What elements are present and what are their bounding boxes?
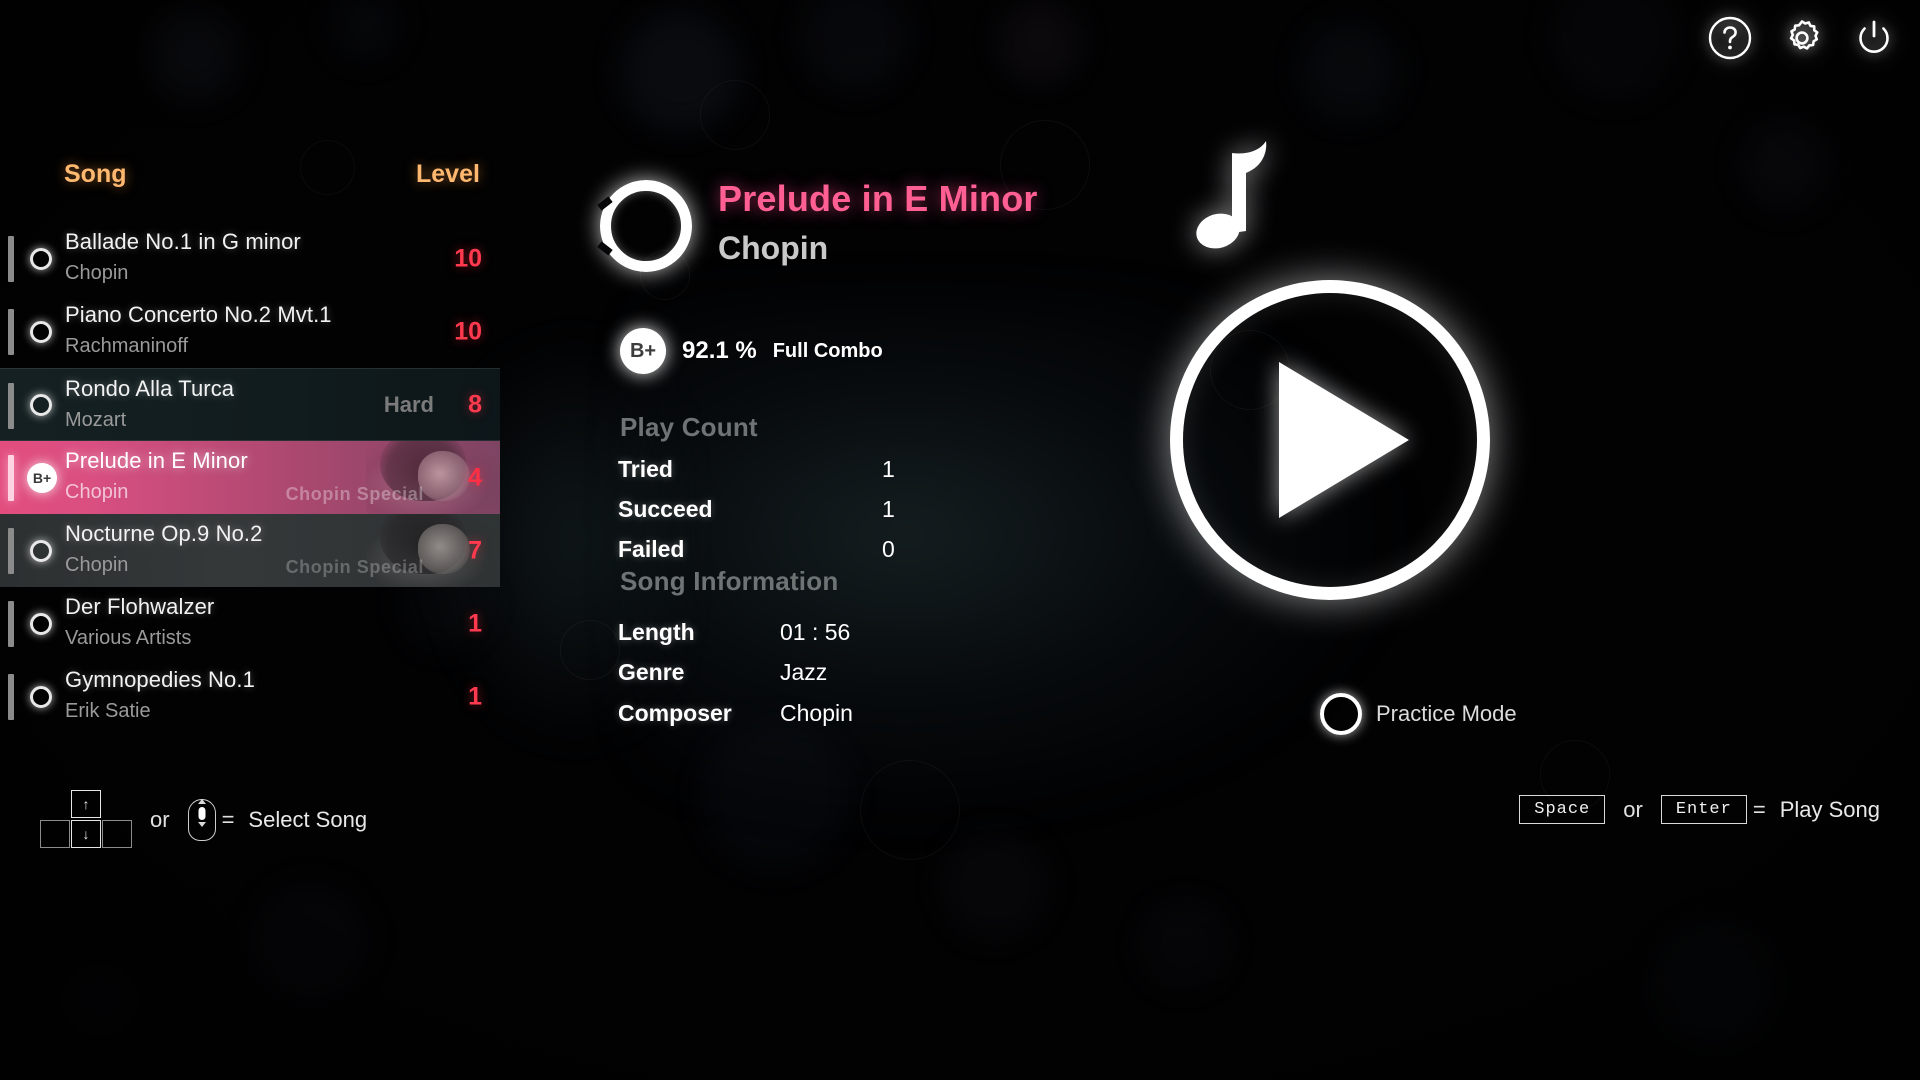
score-summary: B+ 92.1 % Full Combo — [620, 328, 883, 374]
window-controls — [1702, 10, 1902, 66]
song-row[interactable]: Gymnopedies No.1 Erik Satie 1 — [0, 660, 500, 733]
row-accent-bar — [8, 601, 14, 647]
stat-label-tried: Tried — [618, 456, 673, 482]
hint-play-song: Space or Enter = Play Song — [1519, 795, 1880, 824]
hint-equals-left: = — [221, 807, 235, 832]
song-special-tag: Chopin Special — [285, 484, 424, 504]
row-bullet-icon — [30, 612, 52, 635]
grade-badge: B+ — [620, 328, 666, 374]
stat-value-genre: Jazz — [780, 659, 828, 685]
score-percent: 92.1 % — [682, 337, 757, 364]
arrow-keys-icon: ↑ ↓ — [40, 790, 132, 850]
mouse-scroll-icon — [187, 799, 216, 841]
row-bullet-icon — [30, 685, 52, 708]
row-accent-bar — [8, 309, 14, 355]
song-title: Nocturne Op.9 No.2 — [65, 521, 263, 546]
song-difficulty: Hard — [383, 391, 434, 417]
column-header-song: Song — [64, 160, 127, 188]
song-list-header: Song Level — [0, 160, 500, 196]
stat-value-succeed: 1 — [882, 496, 895, 522]
question-mark-icon[interactable] — [1702, 10, 1758, 66]
song-title: Der Flohwalzer — [65, 594, 215, 619]
song-row[interactable]: Nocturne Op.9 No.2 Chopin Chopin Special 7 — [0, 514, 500, 587]
song-artist: Chopin — [65, 554, 129, 576]
song-level: 7 — [468, 536, 482, 564]
detail-song-title: Prelude in E Minor — [718, 178, 1038, 219]
hint-action-select-song: Select Song — [248, 807, 368, 832]
hint-action-play-song: Play Song — [1779, 796, 1880, 822]
score-combo-label: Full Combo — [772, 339, 883, 362]
hint-select-song: ↑ ↓ or = Select Song — [40, 790, 367, 850]
detail-song-composer: Chopin — [718, 230, 829, 266]
song-artist: Mozart — [65, 409, 127, 431]
song-row[interactable]: Ballade No.1 in G minor Chopin 10 — [0, 222, 500, 295]
song-level: 10 — [454, 317, 482, 345]
hint-or-left: or — [150, 807, 170, 832]
stat-label-length: Length — [618, 619, 695, 645]
practice-mode-toggle[interactable]: Practice Mode — [1320, 693, 1517, 735]
gear-icon[interactable] — [1774, 10, 1830, 66]
song-row[interactable]: Der Flohwalzer Various Artists 1 — [0, 587, 500, 660]
song-artist: Various Artists — [65, 627, 192, 649]
row-accent-bar — [8, 236, 14, 282]
song-special-tag: Chopin Special — [285, 557, 424, 577]
row-accent-bar — [8, 528, 14, 574]
song-title: Prelude in E Minor — [65, 448, 248, 473]
row-bullet-icon — [30, 320, 52, 343]
disc-icon — [597, 180, 692, 272]
song-level: 10 — [454, 244, 482, 272]
play-icon — [1279, 362, 1409, 518]
row-bullet-icon — [30, 247, 52, 270]
song-select-screen: Song Level Ballade No.1 in G minor Chopin… — [0, 0, 1920, 1080]
song-level: 1 — [468, 682, 482, 710]
key-space: Space — [1519, 795, 1606, 824]
row-accent-bar — [8, 455, 14, 501]
song-artist: Rachmaninoff — [65, 335, 189, 357]
song-title: Piano Concerto No.2 Mvt.1 — [65, 302, 332, 327]
song-level: 4 — [468, 463, 482, 491]
practice-mode-label: Practice Mode — [1376, 701, 1517, 726]
music-note-icon — [1180, 135, 1290, 250]
stat-label-composer: Composer — [618, 700, 732, 726]
stat-value-failed: 0 — [882, 536, 895, 562]
stat-label-succeed: Succeed — [618, 496, 713, 522]
stat-value-length: 01 : 56 — [780, 619, 851, 645]
section-play-count: Play Count — [620, 412, 758, 442]
row-accent-bar — [8, 674, 14, 720]
song-level: 1 — [468, 609, 482, 637]
stat-value-tried: 1 — [882, 456, 895, 482]
row-bullet-icon — [30, 393, 52, 416]
key-arrow-right — [102, 820, 132, 848]
practice-mode-radio-icon[interactable] — [1320, 693, 1362, 735]
row-bullet-icon — [30, 539, 52, 562]
hint-equals-right: = — [1752, 796, 1766, 822]
song-row[interactable]: Piano Concerto No.2 Mvt.1 Rachmaninoff 10 — [0, 295, 500, 368]
power-icon[interactable] — [1846, 10, 1902, 66]
key-arrow-left — [40, 820, 70, 848]
column-header-level: Level — [416, 160, 480, 188]
row-grade-badge: B+ — [27, 462, 57, 493]
song-artist: Chopin — [65, 481, 129, 503]
row-accent-bar — [8, 383, 14, 429]
song-artist: Chopin — [65, 262, 129, 284]
section-song-information: Song Information — [620, 566, 839, 596]
stat-label-failed: Failed — [618, 536, 685, 562]
key-arrow-down: ↓ — [71, 820, 101, 848]
song-row[interactable]: Rondo Alla Turca Mozart Hard 8 — [0, 368, 500, 441]
play-button[interactable] — [1170, 280, 1490, 600]
stat-value-composer: Chopin — [780, 700, 853, 726]
song-artist: Erik Satie — [65, 700, 151, 722]
song-title: Rondo Alla Turca — [65, 376, 235, 401]
key-enter: Enter — [1660, 795, 1747, 824]
key-arrow-up: ↑ — [71, 790, 101, 818]
song-title: Ballade No.1 in G minor — [65, 229, 301, 254]
stat-label-genre: Genre — [618, 659, 685, 685]
hint-or-right: or — [1623, 796, 1643, 822]
song-row[interactable]: B+ Prelude in E Minor Chopin Chopin Special… — [0, 441, 500, 514]
song-title: Gymnopedies No.1 — [65, 667, 255, 692]
song-level: 8 — [468, 390, 482, 418]
song-list[interactable]: Ballade No.1 in G minor Chopin 10 Piano Con… — [0, 222, 500, 733]
